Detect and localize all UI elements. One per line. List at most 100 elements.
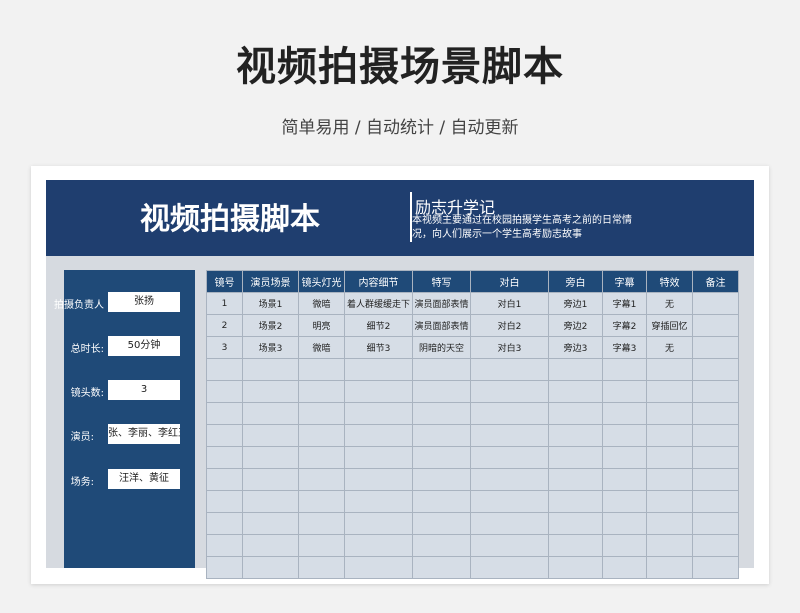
table-cell[interactable] bbox=[602, 534, 647, 557]
table-cell[interactable] bbox=[344, 424, 413, 447]
table-cell[interactable]: 字幕2 bbox=[602, 314, 647, 337]
table-cell[interactable] bbox=[692, 490, 739, 513]
field-value-actors[interactable]: 张、李丽、李红王 bbox=[108, 424, 180, 444]
table-cell[interactable] bbox=[602, 468, 647, 491]
table-cell[interactable] bbox=[548, 380, 603, 403]
field-value-shots[interactable]: 3 bbox=[108, 380, 180, 400]
table-cell[interactable] bbox=[646, 556, 693, 579]
table-cell[interactable] bbox=[242, 534, 299, 557]
table-cell[interactable] bbox=[602, 424, 647, 447]
table-cell[interactable] bbox=[692, 336, 739, 359]
table-cell[interactable] bbox=[692, 402, 739, 425]
table-cell[interactable]: 细节2 bbox=[344, 314, 413, 337]
table-cell[interactable]: 场景2 bbox=[242, 314, 299, 337]
table-cell[interactable] bbox=[692, 512, 739, 535]
table-cell[interactable] bbox=[548, 446, 603, 469]
table-cell[interactable] bbox=[298, 490, 345, 513]
table-cell[interactable] bbox=[692, 446, 739, 469]
table-cell[interactable] bbox=[548, 402, 603, 425]
table-cell[interactable] bbox=[242, 402, 299, 425]
table-cell[interactable]: 1 bbox=[206, 292, 243, 315]
table-cell[interactable] bbox=[646, 446, 693, 469]
table-cell[interactable] bbox=[344, 402, 413, 425]
table-cell[interactable]: 演员面部表情 bbox=[412, 314, 471, 337]
table-cell[interactable] bbox=[412, 490, 471, 513]
table-cell[interactable] bbox=[602, 358, 647, 381]
table-cell[interactable] bbox=[206, 380, 243, 403]
table-cell[interactable]: 演员面部表情 bbox=[412, 292, 471, 315]
table-cell[interactable] bbox=[344, 534, 413, 557]
table-cell[interactable]: 场景3 bbox=[242, 336, 299, 359]
table-cell[interactable]: 穿插回忆 bbox=[646, 314, 693, 337]
table-cell[interactable] bbox=[298, 512, 345, 535]
table-cell[interactable] bbox=[242, 446, 299, 469]
table-cell[interactable] bbox=[692, 468, 739, 491]
table-cell[interactable] bbox=[298, 424, 345, 447]
table-cell[interactable] bbox=[692, 534, 739, 557]
table-cell[interactable] bbox=[646, 490, 693, 513]
table-cell[interactable]: 旁边2 bbox=[548, 314, 603, 337]
table-cell[interactable] bbox=[344, 468, 413, 491]
table-cell[interactable] bbox=[602, 490, 647, 513]
table-cell[interactable] bbox=[206, 446, 243, 469]
table-cell[interactable] bbox=[548, 468, 603, 491]
table-cell[interactable] bbox=[344, 358, 413, 381]
table-cell[interactable] bbox=[344, 490, 413, 513]
table-cell[interactable] bbox=[412, 402, 471, 425]
table-cell[interactable] bbox=[344, 512, 413, 535]
field-value-director[interactable]: 张扬 bbox=[108, 292, 180, 312]
table-cell[interactable] bbox=[298, 380, 345, 403]
table-cell[interactable] bbox=[602, 556, 647, 579]
table-cell[interactable] bbox=[692, 292, 739, 315]
table-cell[interactable] bbox=[206, 556, 243, 579]
table-cell[interactable] bbox=[242, 424, 299, 447]
table-cell[interactable] bbox=[412, 534, 471, 557]
table-cell[interactable] bbox=[412, 358, 471, 381]
table-cell[interactable] bbox=[470, 446, 549, 469]
table-cell[interactable] bbox=[470, 402, 549, 425]
table-cell[interactable] bbox=[692, 314, 739, 337]
table-cell[interactable]: 无 bbox=[646, 292, 693, 315]
table-cell[interactable] bbox=[646, 468, 693, 491]
table-cell[interactable] bbox=[206, 402, 243, 425]
table-cell[interactable] bbox=[412, 556, 471, 579]
table-cell[interactable]: 对白2 bbox=[470, 314, 549, 337]
table-cell[interactable] bbox=[344, 380, 413, 403]
table-cell[interactable] bbox=[602, 512, 647, 535]
table-cell[interactable]: 微暗 bbox=[298, 292, 345, 315]
table-cell[interactable] bbox=[344, 446, 413, 469]
table-cell[interactable] bbox=[242, 490, 299, 513]
field-value-crew[interactable]: 汪洋、黄征 bbox=[108, 469, 180, 489]
table-cell[interactable] bbox=[242, 358, 299, 381]
table-cell[interactable] bbox=[206, 424, 243, 447]
table-cell[interactable] bbox=[692, 424, 739, 447]
table-cell[interactable] bbox=[692, 556, 739, 579]
table-cell[interactable] bbox=[412, 468, 471, 491]
table-cell[interactable] bbox=[470, 424, 549, 447]
table-cell[interactable] bbox=[206, 534, 243, 557]
table-cell[interactable] bbox=[470, 358, 549, 381]
table-cell[interactable] bbox=[646, 512, 693, 535]
table-cell[interactable] bbox=[602, 380, 647, 403]
table-cell[interactable]: 微暗 bbox=[298, 336, 345, 359]
table-cell[interactable] bbox=[206, 512, 243, 535]
table-cell[interactable] bbox=[298, 446, 345, 469]
table-cell[interactable] bbox=[470, 380, 549, 403]
table-cell[interactable]: 着人群缓缓走下 bbox=[344, 292, 413, 315]
table-cell[interactable] bbox=[412, 446, 471, 469]
table-cell[interactable] bbox=[692, 380, 739, 403]
table-cell[interactable]: 字幕3 bbox=[602, 336, 647, 359]
field-value-duration[interactable]: 50分钟 bbox=[108, 336, 180, 356]
table-cell[interactable] bbox=[646, 424, 693, 447]
table-cell[interactable] bbox=[242, 512, 299, 535]
table-cell[interactable] bbox=[548, 556, 603, 579]
table-cell[interactable] bbox=[412, 512, 471, 535]
table-cell[interactable] bbox=[548, 490, 603, 513]
table-cell[interactable] bbox=[646, 358, 693, 381]
table-cell[interactable]: 细节3 bbox=[344, 336, 413, 359]
table-cell[interactable] bbox=[548, 512, 603, 535]
table-cell[interactable] bbox=[298, 534, 345, 557]
table-cell[interactable]: 3 bbox=[206, 336, 243, 359]
table-cell[interactable] bbox=[298, 358, 345, 381]
table-cell[interactable] bbox=[298, 468, 345, 491]
